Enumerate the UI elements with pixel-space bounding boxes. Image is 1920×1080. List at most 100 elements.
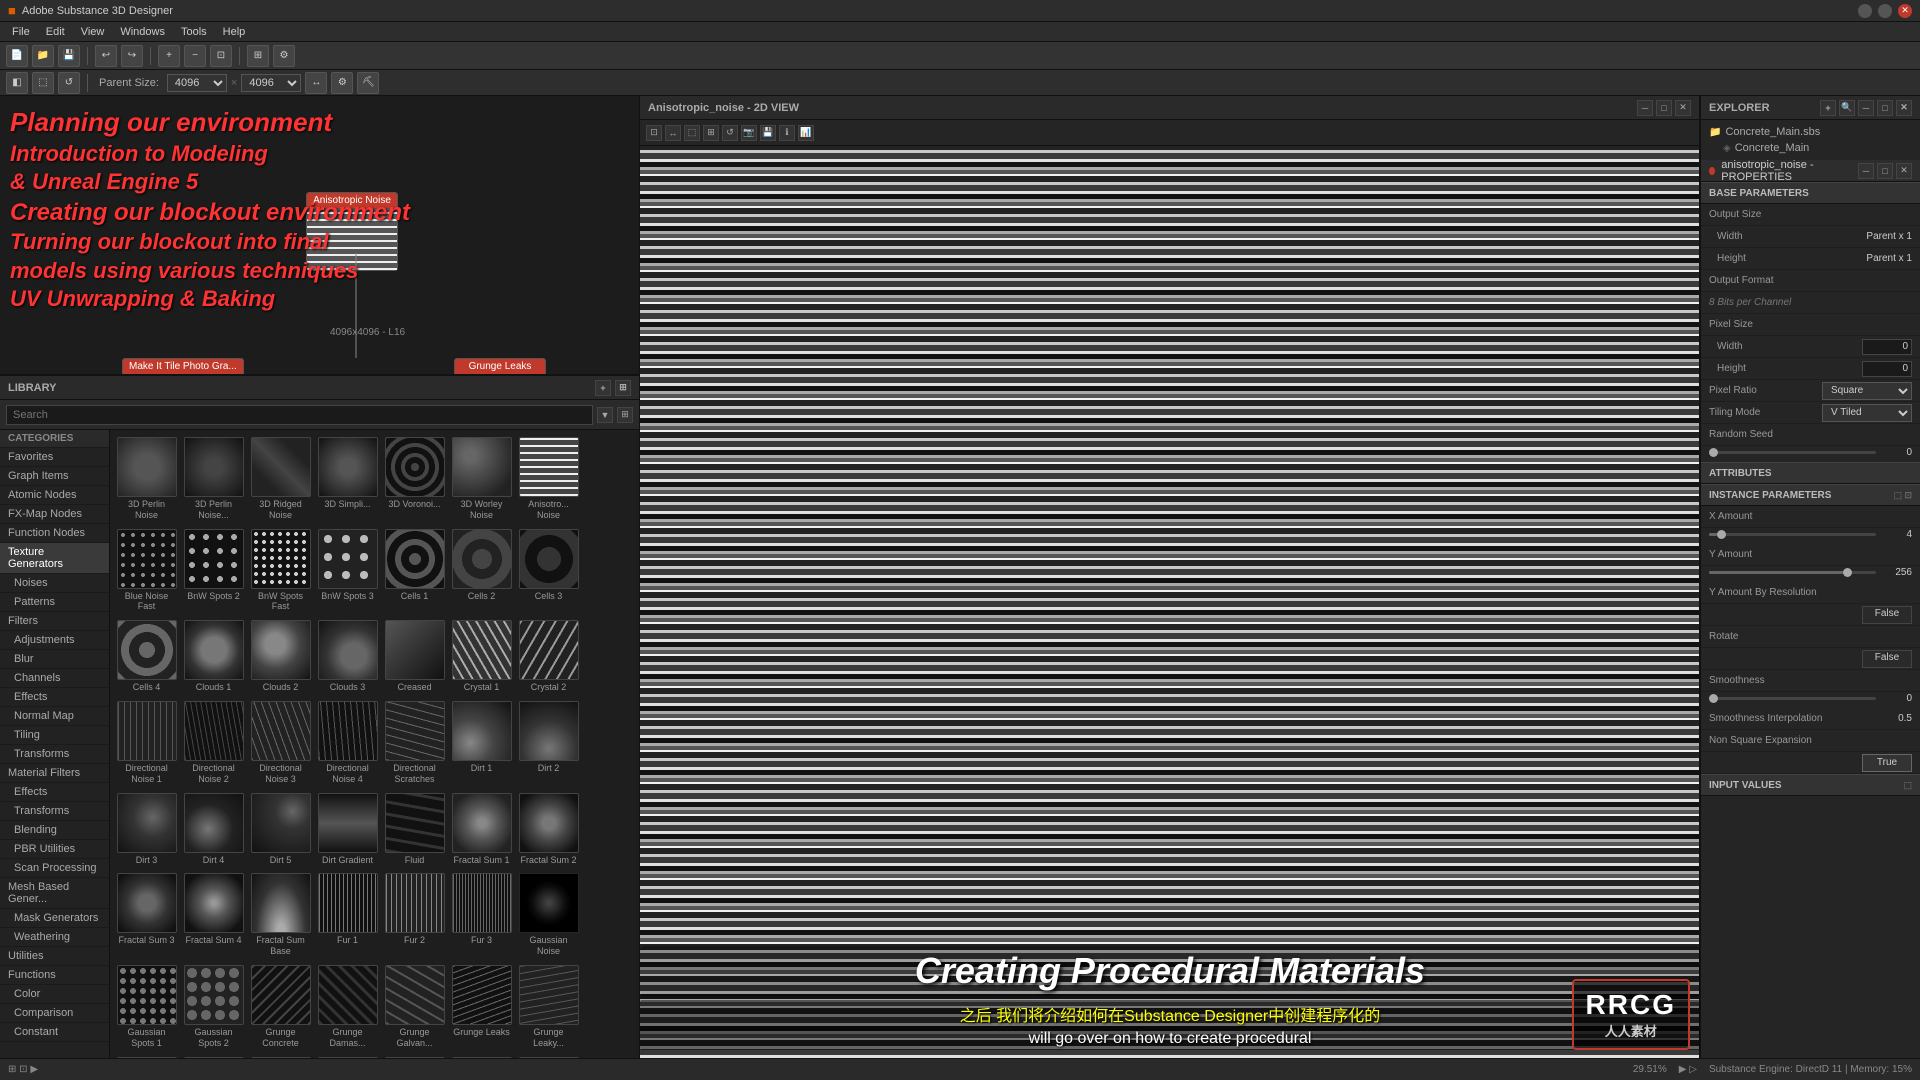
list-item[interactable]: Fractal Sum 1 [449, 790, 514, 869]
lib-cat-color[interactable]: Color [0, 985, 109, 1004]
list-item[interactable]: BnW Spots Fast [248, 526, 313, 616]
list-item[interactable]: Directional Noise 4 [315, 698, 380, 788]
pixel-height-input[interactable]: 0 [1862, 361, 1912, 377]
list-item[interactable]: 3D Simpli... [315, 434, 380, 524]
input-values-header[interactable]: INPUT VALUES ⬚ [1701, 774, 1920, 796]
tb2-btn6[interactable]: ⛏ [357, 72, 379, 94]
lib-cat-fxmap[interactable]: FX-Map Nodes [0, 505, 109, 524]
width-select[interactable]: 409620481024512 [167, 74, 227, 92]
list-item[interactable]: Dirt 1 [449, 698, 514, 788]
lib-cat-transforms2[interactable]: Transforms [0, 802, 109, 821]
lib-cat-mesh-based[interactable]: Mesh Based Gener... [0, 878, 109, 909]
y-amount-by-res-toggle[interactable]: False [1862, 606, 1912, 624]
height-select[interactable]: 409620481024512 [241, 74, 301, 92]
list-item[interactable]: BnW Spots 2 [181, 526, 246, 616]
new-button[interactable]: 📄 [6, 45, 28, 67]
tb2-btn1[interactable]: ◧ [6, 72, 28, 94]
rotate-toggle[interactable]: False [1862, 650, 1912, 668]
zoom-out-button[interactable]: − [184, 45, 206, 67]
make-tile-node[interactable]: Make It Tile Photo Gra... [122, 358, 244, 376]
list-item[interactable]: Gaussian Noise [516, 870, 581, 960]
graph-area[interactable]: Planning our environment Introduction to… [0, 96, 639, 376]
list-item[interactable]: Directional Noise 3 [248, 698, 313, 788]
list-item[interactable]: Clouds 3 [315, 617, 380, 696]
menu-view[interactable]: View [73, 22, 113, 42]
props-close-btn[interactable]: ✕ [1896, 163, 1912, 179]
zoom-in-button[interactable]: + [158, 45, 180, 67]
explorer-search-btn[interactable]: 🔍 [1839, 100, 1855, 116]
list-item[interactable]: 3D Voronoi... [382, 434, 447, 524]
lib-cat-effects[interactable]: Effects [0, 688, 109, 707]
2d-tb-btn6[interactable]: 📷 [741, 125, 757, 141]
explorer-max-btn[interactable]: □ [1877, 100, 1893, 116]
list-item[interactable]: Directional Noise 2 [181, 698, 246, 788]
lib-cat-blur[interactable]: Blur [0, 650, 109, 669]
lib-cat-adjustments[interactable]: Adjustments [0, 631, 109, 650]
settings-button[interactable]: ⚙ [273, 45, 295, 67]
list-item[interactable]: Dirt 3 [114, 790, 179, 869]
tb2-btn4[interactable]: ↔ [305, 72, 327, 94]
list-item[interactable]: Gaussian Spots 2 [181, 962, 246, 1052]
smoothness-slider[interactable] [1709, 697, 1876, 700]
list-item[interactable]: Fur 2 [382, 870, 447, 960]
fit-button[interactable]: ⊡ [210, 45, 232, 67]
list-item[interactable]: Creased [382, 617, 447, 696]
view-2d-viewport[interactable] [640, 146, 1699, 1058]
list-item[interactable]: Fractal Sum 4 [181, 870, 246, 960]
base-parameters-header[interactable]: BASE PARAMETERS [1701, 182, 1920, 204]
list-item[interactable]: BnW Spots 3 [315, 526, 380, 616]
close-button[interactable]: ✕ [1898, 4, 1912, 18]
open-button[interactable]: 📁 [32, 45, 54, 67]
lib-cat-noises[interactable]: Noises [0, 574, 109, 593]
y-amount-slider[interactable] [1709, 571, 1876, 574]
library-search-input[interactable] [6, 405, 593, 425]
list-item[interactable]: 3D Perlin Noise [114, 434, 179, 524]
grunge-leaks-node[interactable]: Grunge Leaks [454, 358, 546, 376]
lib-cat-effects2[interactable]: Effects [0, 783, 109, 802]
list-item[interactable]: 3D Perlin Noise... [181, 434, 246, 524]
2d-tb-btn4[interactable]: ⊞ [703, 125, 719, 141]
list-item[interactable]: Dirt 4 [181, 790, 246, 869]
list-item[interactable]: Grunge Leaky... [516, 962, 581, 1052]
lib-cat-filters[interactable]: Filters [0, 612, 109, 631]
list-item[interactable]: Crystal 2 [516, 617, 581, 696]
lib-cat-patterns[interactable]: Patterns [0, 593, 109, 612]
tree-item-file[interactable]: 📁 Concrete_Main.sbs [1705, 124, 1916, 140]
list-item[interactable]: Directional Scratches [382, 698, 447, 788]
random-seed-knob[interactable] [1709, 448, 1718, 457]
2d-tb-btn2[interactable]: ↔ [665, 125, 681, 141]
lib-cat-constant[interactable]: Constant [0, 1023, 109, 1042]
lib-cat-channels[interactable]: Channels [0, 669, 109, 688]
lib-cat-scan[interactable]: Scan Processing [0, 859, 109, 878]
tree-item-concrete[interactable]: ◈ Concrete_Main [1705, 140, 1916, 156]
lib-cat-material-filters[interactable]: Material Filters [0, 764, 109, 783]
lib-cat-atomic[interactable]: Atomic Nodes [0, 486, 109, 505]
list-item[interactable]: Fur 1 [315, 870, 380, 960]
tb2-btn2[interactable]: ⬚ [32, 72, 54, 94]
minimize-button[interactable]: ─ [1858, 4, 1872, 18]
list-item[interactable]: Fractal Sum Base [248, 870, 313, 960]
y-amount-knob[interactable] [1843, 568, 1852, 577]
view-2d-close-btn[interactable]: ✕ [1675, 100, 1691, 116]
library-add-btn[interactable]: + [595, 380, 611, 396]
tb2-btn3[interactable]: ↺ [58, 72, 80, 94]
lib-cat-function[interactable]: Function Nodes [0, 524, 109, 543]
list-item[interactable]: Fur 3 [449, 870, 514, 960]
list-item[interactable]: Grunge Galvan... [382, 962, 447, 1052]
2d-tb-btn5[interactable]: ↺ [722, 125, 738, 141]
list-item[interactable]: Anisotro... Noise [516, 434, 581, 524]
menu-windows[interactable]: Windows [112, 22, 173, 42]
2d-tb-btn8[interactable]: ℹ [779, 125, 795, 141]
lib-cat-mask[interactable]: Mask Generators [0, 909, 109, 928]
lib-cat-blending[interactable]: Blending [0, 821, 109, 840]
lib-cat-normalmap[interactable]: Normal Map [0, 707, 109, 726]
attributes-header[interactable]: ATTRIBUTES [1701, 462, 1920, 484]
list-item[interactable]: Directional Noise 1 [114, 698, 179, 788]
lib-cat-weathering[interactable]: Weathering [0, 928, 109, 947]
explorer-close-btn[interactable]: ✕ [1896, 100, 1912, 116]
list-item[interactable]: Fractal Sum 3 [114, 870, 179, 960]
list-item[interactable]: Cells 4 [114, 617, 179, 696]
list-item[interactable]: Clouds 1 [181, 617, 246, 696]
save-button[interactable]: 💾 [58, 45, 80, 67]
lib-cat-functions[interactable]: Functions [0, 966, 109, 985]
